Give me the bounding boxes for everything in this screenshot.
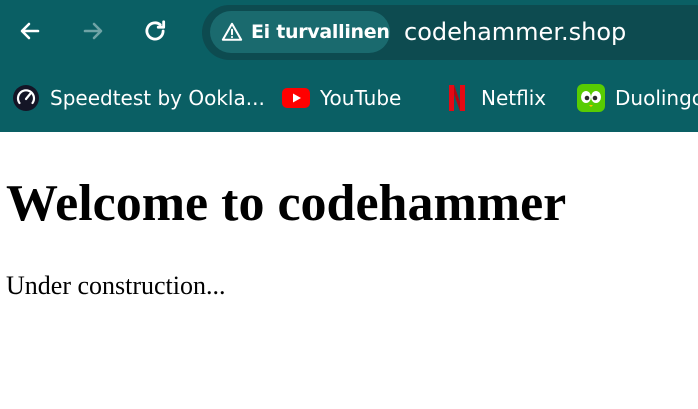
url-text[interactable]: codehammer.shop	[404, 18, 626, 46]
duolingo-icon	[577, 84, 605, 112]
reload-icon	[145, 20, 166, 41]
site-security-chip[interactable]: Ei turvallinen	[210, 11, 390, 53]
netflix-icon	[443, 84, 471, 112]
arrow-left-icon	[20, 22, 40, 40]
bookmark-duolingo[interactable]: Duolingo	[577, 82, 698, 114]
browser-toolbar: Ei turvallinen codehammer.shop	[0, 0, 698, 66]
back-button[interactable]	[12, 13, 48, 49]
forward-button[interactable]	[75, 13, 111, 49]
warning-triangle-icon	[221, 22, 243, 41]
bookmark-label: Speedtest by Ookla...	[50, 86, 265, 110]
bookmark-label: Netflix	[481, 86, 547, 110]
youtube-icon	[282, 84, 310, 112]
arrow-right-icon	[83, 22, 103, 40]
bookmark-label: Duolingo	[615, 86, 698, 110]
page-text: Under construction...	[6, 271, 226, 300]
reload-button[interactable]	[137, 13, 173, 49]
bookmark-netflix[interactable]: Netflix	[443, 82, 546, 114]
bookmarks-bar: Speedtest by Ookla... YouTube Netflix Du…	[0, 66, 698, 132]
page-content: Welcome to codehammer Under construction…	[0, 132, 698, 409]
address-bar[interactable]: Ei turvallinen codehammer.shop	[202, 5, 698, 60]
bookmark-label: YouTube	[320, 86, 402, 110]
page-heading: Welcome to codehammer	[6, 175, 567, 232]
speedtest-icon	[12, 84, 40, 112]
security-label: Ei turvallinen	[251, 21, 390, 43]
browser-chrome: Ei turvallinen codehammer.shop Speedtest…	[0, 0, 698, 132]
bookmark-speedtest[interactable]: Speedtest by Ookla...	[12, 82, 265, 114]
bookmark-youtube[interactable]: YouTube	[282, 82, 401, 114]
